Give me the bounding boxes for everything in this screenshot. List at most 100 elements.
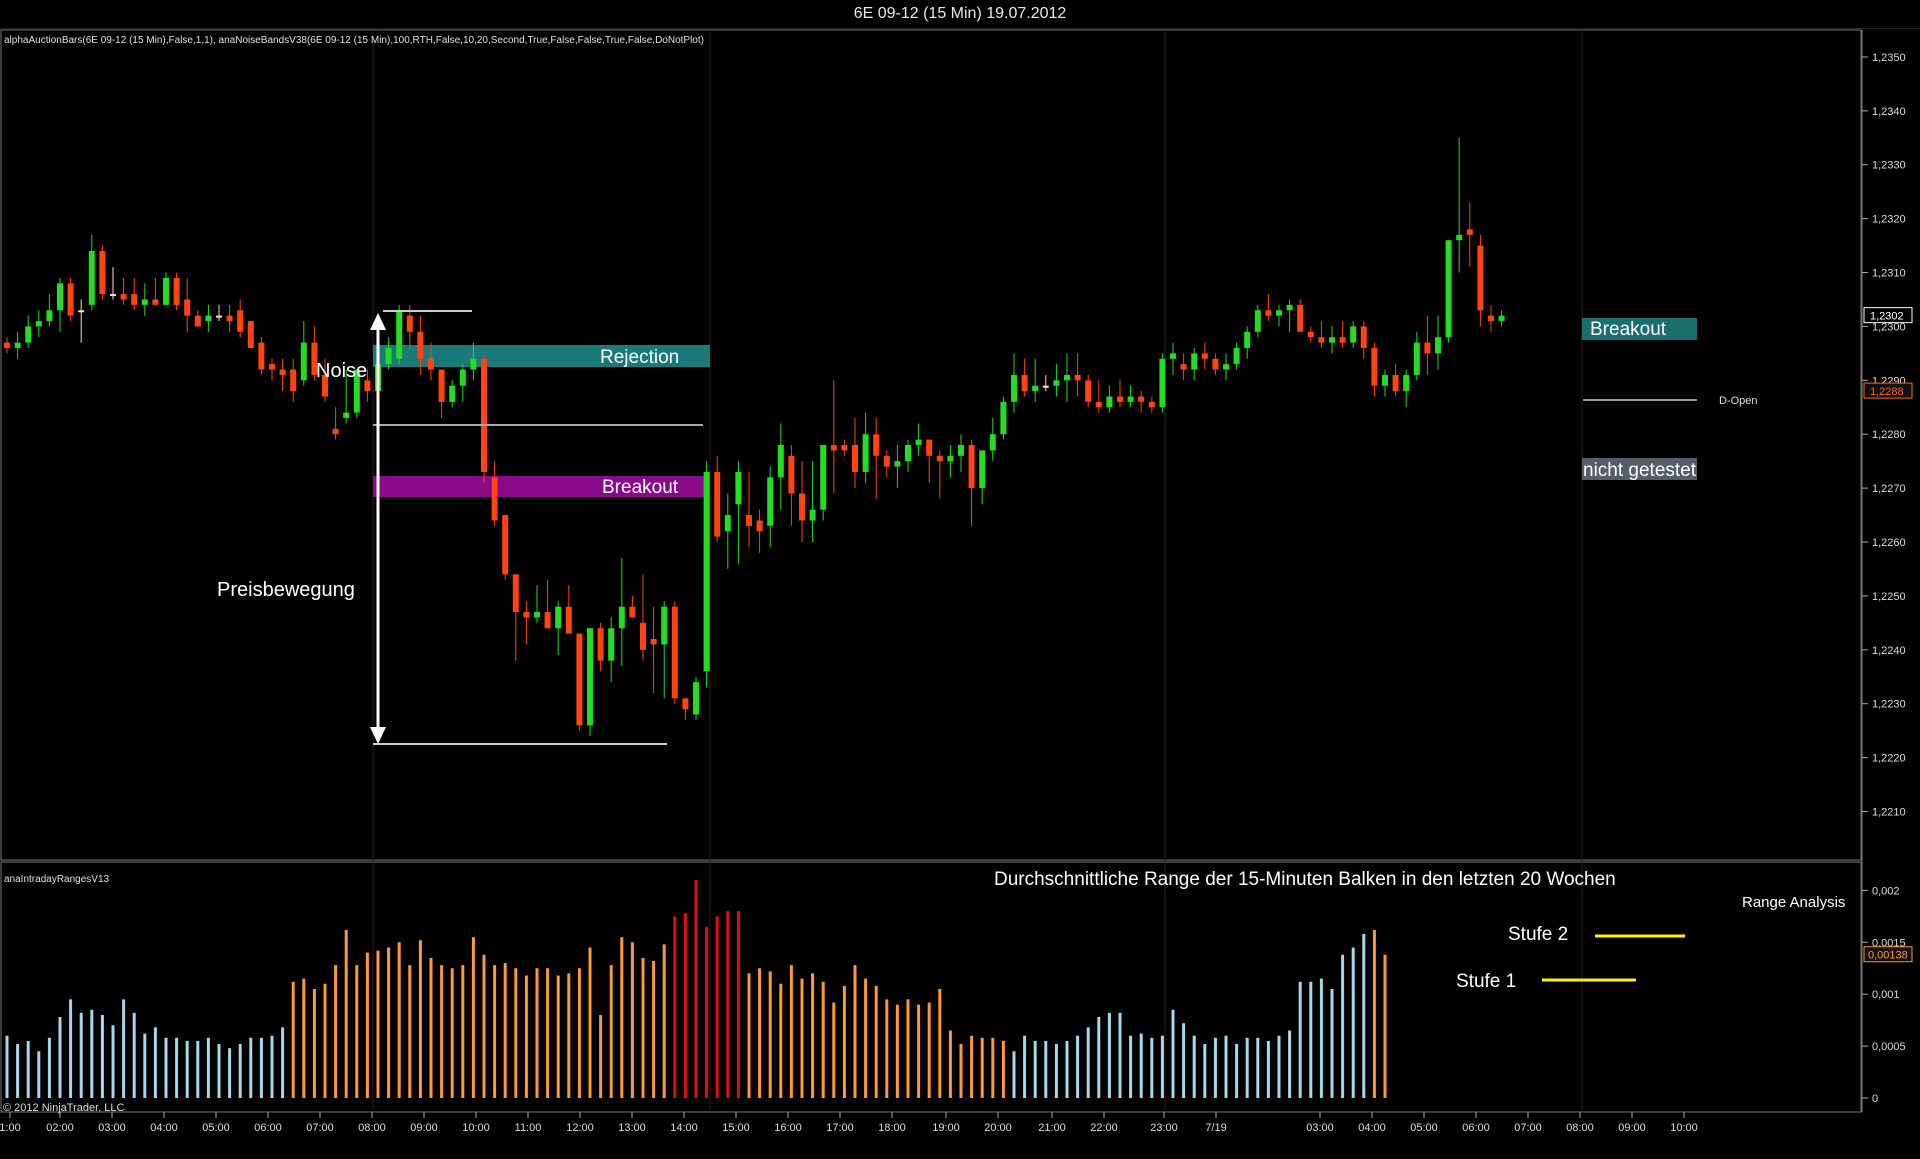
time-tick-label: 12:00	[566, 1122, 594, 1134]
candle-body	[269, 364, 275, 370]
candle-body	[1095, 401, 1102, 408]
price-tick-label: 1,2310	[1872, 268, 1906, 280]
price-axis: 1,2350 1,2340 1,2330 1,2320 1,2310 1,2300 1,22…	[1862, 52, 1913, 818]
copyright: © 2012 NinjaTrader, LLC	[3, 1102, 124, 1114]
candle-body	[862, 434, 869, 472]
candle-body	[735, 471, 742, 505]
candle-body	[1138, 396, 1145, 402]
time-tick-label: 18:00	[878, 1122, 906, 1134]
candle-body	[1403, 374, 1410, 392]
time-tick-label: 03:00	[98, 1122, 126, 1134]
candle-body	[226, 315, 233, 322]
candle-body	[67, 283, 74, 316]
candle-body	[131, 294, 138, 305]
candle-body	[799, 493, 805, 521]
candle-body	[428, 358, 434, 370]
candle-body	[746, 515, 752, 526]
stufe2-label: Stufe 2	[1508, 924, 1568, 945]
candle-body	[481, 358, 487, 472]
indicator-text: alphaAuctionBars(6E 09-12 (15 Min),False…	[4, 35, 704, 46]
candle-body	[714, 471, 721, 537]
price-marker-label: 1,2288	[1870, 386, 1904, 398]
time-tick-label: 14:00	[670, 1122, 698, 1134]
time-tick-label: 20:00	[984, 1122, 1012, 1134]
candle-body	[1371, 347, 1378, 386]
candle-body	[661, 606, 668, 645]
candle-body	[576, 633, 583, 726]
candle-body	[1254, 310, 1261, 332]
candle-body	[491, 477, 498, 521]
candle-body	[237, 310, 244, 332]
candle-body	[1085, 380, 1092, 402]
candle-body	[841, 445, 848, 451]
time-tick-label: 13:00	[618, 1122, 646, 1134]
price-tick-label: 1,2230	[1872, 699, 1906, 711]
candle-body	[1466, 229, 1473, 235]
candle-body	[1021, 374, 1028, 392]
candle-body	[1339, 337, 1346, 343]
candle-body	[1382, 374, 1388, 386]
candle-body	[385, 347, 392, 365]
price-tick-label: 1,2280	[1872, 429, 1906, 441]
candle-body	[640, 622, 646, 650]
candle-body	[332, 428, 339, 435]
candle-body	[555, 606, 562, 629]
candle-body	[830, 445, 837, 451]
candle-body	[152, 299, 159, 305]
candle-body	[1000, 401, 1007, 435]
time-tick-label: 21:00	[1038, 1122, 1066, 1134]
candle-body	[1244, 331, 1251, 348]
time-tick-label: 05:00	[202, 1122, 230, 1134]
range-tick-label: 0,002	[1872, 885, 1900, 897]
candle-body	[682, 698, 689, 710]
candle-body	[1297, 304, 1304, 332]
time-tick-label: 06:00	[254, 1122, 282, 1134]
candle-body	[1042, 385, 1049, 388]
candle-body	[618, 606, 625, 629]
candle-body	[1424, 342, 1431, 354]
candle-body	[724, 515, 731, 532]
time-tick-label: 08:00	[1566, 1122, 1594, 1134]
candle-body	[1498, 315, 1505, 322]
candle-body	[809, 509, 816, 521]
candle-body	[1456, 234, 1463, 241]
candle-body	[788, 455, 795, 494]
time-tick-label: 23:00	[1150, 1122, 1178, 1134]
candle-body	[110, 294, 116, 297]
candle-body	[25, 326, 32, 343]
candle-body	[1106, 396, 1113, 408]
candle-body	[905, 445, 911, 462]
candle-body	[979, 450, 986, 489]
candle-body	[258, 342, 265, 370]
candle-body	[1053, 380, 1060, 386]
time-tick-label: 10:00	[462, 1122, 490, 1134]
candle-body	[1191, 353, 1198, 370]
candle-body	[936, 455, 943, 462]
price-tick-label: 1,2330	[1872, 160, 1906, 172]
candle-body	[173, 277, 180, 305]
range-current-label: 0,00138	[1868, 950, 1908, 962]
candle-body	[629, 606, 636, 618]
breakout-label: Breakout	[602, 477, 679, 498]
candle-body	[99, 250, 106, 295]
candle-body	[767, 477, 774, 526]
candle-body	[4, 342, 10, 348]
candle-body	[1488, 315, 1494, 322]
price-tick-label: 1,2220	[1872, 753, 1906, 765]
candle-body	[926, 439, 933, 456]
candle-body	[1350, 326, 1357, 343]
candle-body	[35, 321, 42, 327]
candle-body	[1011, 374, 1017, 402]
time-tick-label: 05:00	[1410, 1122, 1438, 1134]
candle-body	[1307, 331, 1314, 338]
time-tick-label: 02:00	[46, 1122, 74, 1134]
candle-body	[883, 455, 890, 467]
candle-body	[184, 299, 191, 316]
time-tick-label: 09:00	[1618, 1122, 1646, 1134]
candle-body	[300, 342, 307, 381]
price-tick-label: 1,2210	[1872, 806, 1906, 818]
candle-body	[989, 434, 996, 451]
candle-body	[1032, 385, 1039, 392]
candle-body	[78, 310, 85, 313]
range-analysis-label: Range Analysis	[1742, 894, 1845, 911]
